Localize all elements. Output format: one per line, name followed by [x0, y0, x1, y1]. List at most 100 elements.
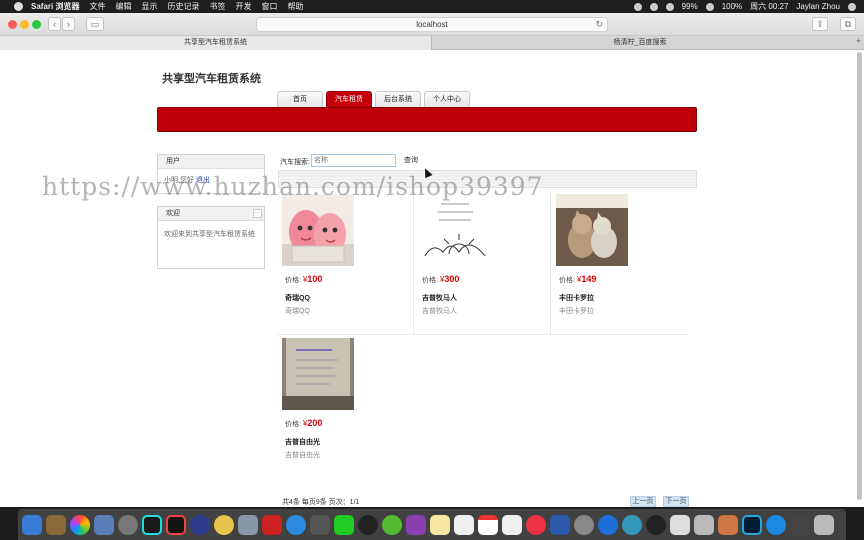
tray-icon[interactable] [633, 2, 642, 11]
eggs-image[interactable] [282, 194, 354, 266]
web-page: 共享型汽车租赁系统 首页 汽车租赁 后台系统 个人中心 用户 小明,您好 退出 … [0, 50, 864, 507]
itunes-icon[interactable] [526, 514, 546, 535]
sketch-image[interactable] [419, 194, 491, 266]
menu-window[interactable]: 窗口 [261, 1, 277, 12]
nav-admin[interactable]: 后台系统 [375, 91, 421, 107]
product-card[interactable]: 价格: ¥200 吉普自由光 吉普自由光 [277, 335, 414, 479]
bird-app-icon[interactable] [214, 514, 234, 535]
qq-icon[interactable] [358, 514, 378, 535]
document-icon[interactable] [670, 514, 690, 535]
finder-icon[interactable] [22, 514, 42, 535]
wifi-icon[interactable] [705, 2, 714, 11]
product-card[interactable]: 价格: ¥100 奇瑞QQ 奇瑞QQ [277, 191, 414, 335]
browser-360-icon[interactable] [382, 514, 402, 535]
zoom-window-button[interactable] [32, 20, 41, 29]
forward-button[interactable]: › [62, 17, 75, 31]
prev-page-button[interactable]: 上一页 [630, 496, 656, 507]
nav-car-rental[interactable]: 汽车租赁 [326, 91, 372, 107]
teamviewer-icon[interactable] [622, 514, 642, 535]
tab-label: 杨清柠_百度搜索 [613, 39, 667, 46]
product-card[interactable]: 价格: ¥300 吉普牧马人 吉普牧马人 [414, 191, 551, 335]
nav-profile[interactable]: 个人中心 [424, 91, 470, 107]
welcome-box: 欢迎 ··· 欢迎来到共享型汽车租赁系统 [157, 206, 265, 269]
axure-rp-icon[interactable] [406, 514, 426, 535]
stickies-icon[interactable] [430, 514, 450, 535]
terminal-icon[interactable] [310, 514, 330, 535]
product-card[interactable]: 价格: ¥149 丰田卡罗拉 丰田卡罗拉 [551, 191, 688, 335]
safari-window: ‹ › ▭ localhost ↻ ⇪ ⧉ 共享型汽车租赁系统 杨清柠_百度搜索… [0, 13, 864, 507]
sublime-icon[interactable] [718, 514, 738, 535]
pager-info: 共4条 每页9条 页次：1/1 [282, 499, 360, 506]
system-preferences-icon[interactable] [574, 514, 594, 535]
eclipse-icon[interactable] [190, 514, 210, 535]
database-icon[interactable] [238, 514, 258, 535]
back-button[interactable]: ‹ [48, 17, 61, 31]
apple-icon[interactable] [14, 2, 23, 11]
phone-image[interactable] [282, 338, 354, 410]
downloads-folder-icon[interactable] [790, 514, 810, 535]
calendar-icon[interactable] [478, 514, 498, 535]
photoshop-icon[interactable] [742, 514, 762, 535]
pycharm-icon[interactable] [142, 514, 162, 535]
preview-icon[interactable] [94, 514, 114, 535]
minimize-window-button[interactable] [20, 20, 29, 29]
cats-image[interactable] [556, 194, 628, 266]
menu-view[interactable]: 显示 [141, 1, 157, 12]
search-input[interactable] [311, 154, 396, 167]
trash-icon[interactable] [814, 514, 834, 535]
launchpad-icon[interactable] [118, 514, 138, 535]
battery-percent: 99% [681, 2, 698, 11]
page-scrollbar[interactable] [857, 52, 862, 500]
more-icon[interactable]: ··· [253, 209, 262, 218]
clock-icon[interactable] [665, 2, 674, 11]
word-icon[interactable] [550, 514, 570, 535]
baidu-netdisk-icon[interactable] [598, 514, 618, 535]
chevron-right-icon: › [67, 19, 70, 29]
product-name[interactable]: 吉普自由光 [285, 437, 320, 447]
battery-percent-2: 100% [721, 2, 743, 11]
nav-home[interactable]: 首页 [277, 91, 323, 107]
spotlight-icon[interactable] [848, 2, 856, 11]
menu-help[interactable]: 帮助 [287, 1, 303, 12]
menu-bookmarks[interactable]: 书签 [209, 1, 225, 12]
close-window-button[interactable] [8, 20, 17, 29]
product-desc: 吉普牧马人 [422, 308, 457, 315]
edge-icon[interactable] [766, 514, 786, 535]
menu-develop[interactable]: 开发 [235, 1, 251, 12]
product-name[interactable]: 吉普牧马人 [422, 293, 457, 303]
menu-history[interactable]: 历史记录 [167, 1, 199, 12]
tabs-overview-button[interactable]: ⧉ [840, 17, 856, 31]
tab-bar: 共享型汽车租赁系统 杨清柠_百度搜索 + [0, 36, 864, 50]
datetime[interactable]: 周六 00:27 [750, 1, 788, 12]
price-label: 价格: [285, 277, 301, 284]
product-name[interactable]: 奇瑞QQ [285, 293, 310, 303]
user-name[interactable]: Jaylan Zhou [796, 2, 840, 11]
menu-file[interactable]: 文件 [89, 1, 105, 12]
redis-icon[interactable] [262, 514, 282, 535]
share-button[interactable]: ⇪ [812, 17, 828, 31]
reload-icon[interactable]: ↻ [595, 18, 603, 31]
tab-baidu-search[interactable]: 杨清柠_百度搜索 [432, 36, 848, 50]
price-value: 149 [581, 274, 597, 284]
pages-icon[interactable] [694, 514, 714, 535]
wechat-icon[interactable] [649, 2, 658, 11]
intellij-icon[interactable] [166, 514, 186, 535]
reminders-icon[interactable] [454, 514, 474, 535]
wechat-dock-icon[interactable] [334, 514, 354, 535]
next-page-button[interactable]: 下一页 [663, 496, 689, 507]
qq-icon-2[interactable] [646, 514, 666, 535]
photos-icon[interactable] [70, 514, 90, 535]
textedit-icon[interactable] [502, 514, 522, 535]
product-name[interactable]: 丰田卡罗拉 [559, 293, 594, 303]
search-button[interactable]: 查询 [404, 155, 418, 167]
new-tab-button[interactable]: + [856, 36, 861, 46]
tab-rental-system[interactable]: 共享型汽车租赁系统 [0, 36, 432, 50]
address-bar[interactable]: localhost ↻ [256, 17, 608, 32]
tab-label: 共享型汽车租赁系统 [184, 39, 247, 46]
sidebar-button[interactable]: ▭ [86, 17, 104, 31]
app-menu[interactable]: Safari 浏览器 [31, 1, 79, 12]
logout-link[interactable]: 退出 [196, 177, 210, 184]
menu-edit[interactable]: 编辑 [115, 1, 131, 12]
notes-app-icon[interactable] [46, 514, 66, 535]
safari-icon[interactable] [286, 514, 306, 535]
